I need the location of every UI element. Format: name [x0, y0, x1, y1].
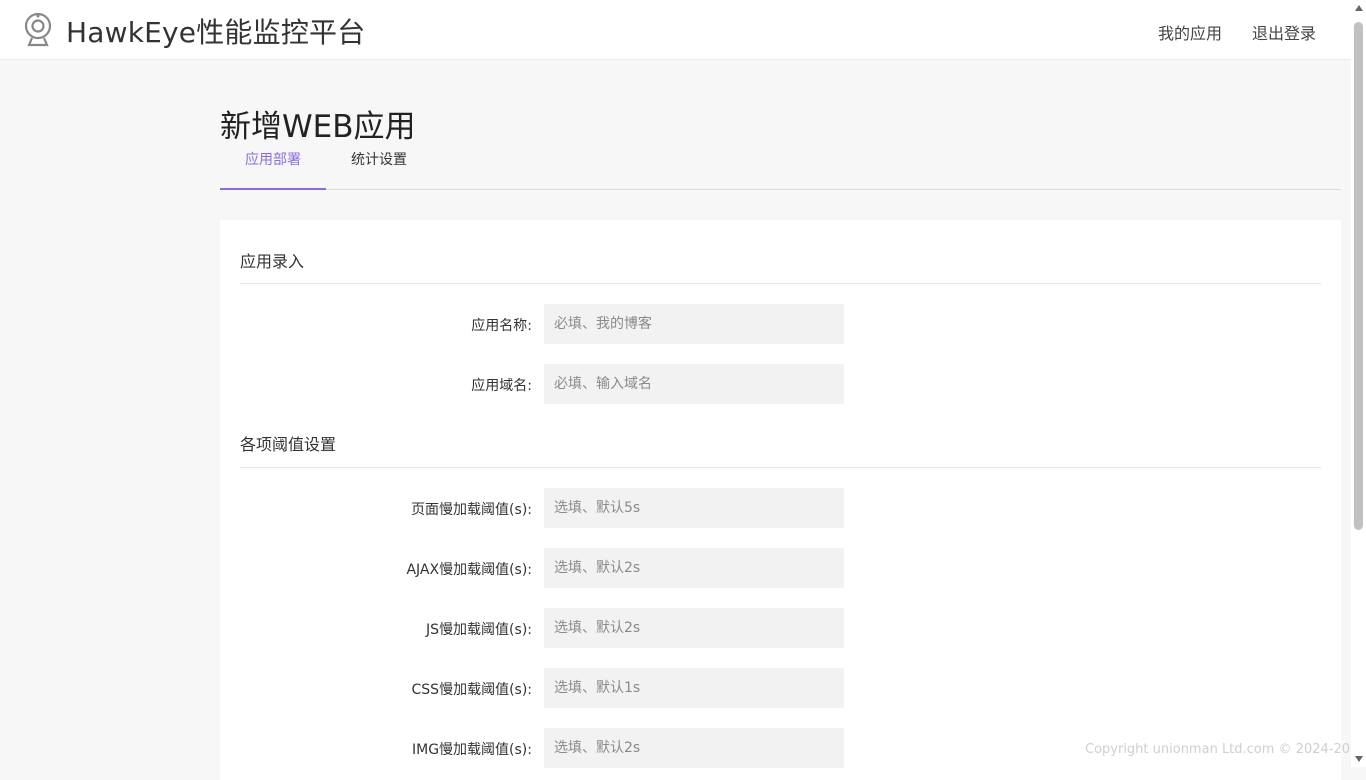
tab-app-deploy[interactable]: 应用部署 [220, 132, 326, 190]
css-threshold-input[interactable] [544, 668, 844, 708]
scroll-up-arrow-icon[interactable] [1355, 5, 1363, 11]
tab-stats-settings[interactable]: 统计设置 [326, 132, 432, 188]
nav-my-apps-link[interactable]: 我的应用 [1158, 20, 1222, 44]
tab-bar: 应用部署 统计设置 [220, 132, 1341, 190]
img-threshold-label: IMG慢加载阈值(s): [412, 742, 532, 758]
section-title-thresholds: 各项阈值设置 [240, 435, 337, 454]
scroll-down-arrow-icon[interactable] [1355, 756, 1363, 762]
page-threshold-input[interactable] [544, 488, 844, 528]
img-threshold-input[interactable] [544, 728, 844, 768]
ajax-threshold-label: AJAX慢加载阈值(s): [406, 562, 532, 578]
app-name-input[interactable] [544, 304, 844, 344]
app-name-label: 应用名称: [471, 318, 532, 334]
scrollbar-thumb[interactable] [1354, 22, 1363, 530]
nav-logout-link[interactable]: 退出登录 [1252, 20, 1316, 44]
js-threshold-label: JS慢加载阈值(s): [426, 622, 532, 638]
ajax-threshold-input[interactable] [544, 548, 844, 588]
app-domain-label: 应用域名: [471, 378, 532, 394]
brand-title: HawkEye性能监控平台 [66, 16, 366, 49]
vertical-scrollbar[interactable] [1351, 0, 1366, 767]
page-threshold-label: 页面慢加载阈值(s): [411, 502, 532, 518]
top-bar: HawkEye性能监控平台 我的应用 退出登录 [0, 0, 1366, 60]
app-domain-input[interactable] [544, 364, 844, 404]
form-panel: 应用录入 应用名称: 应用域名: 各项阈值设置 页面慢加载阈值(s): AJAX… [220, 220, 1341, 780]
css-threshold-label: CSS慢加载阈值(s): [411, 682, 532, 698]
section-divider [240, 467, 1321, 468]
section-divider [240, 283, 1321, 284]
js-threshold-input[interactable] [544, 608, 844, 648]
section-title-app-entry: 应用录入 [240, 252, 305, 271]
copyright-text: Copyright unionman Ltd.com © 2024-2030 [1085, 742, 1366, 757]
webcam-logo-icon [24, 12, 52, 47]
